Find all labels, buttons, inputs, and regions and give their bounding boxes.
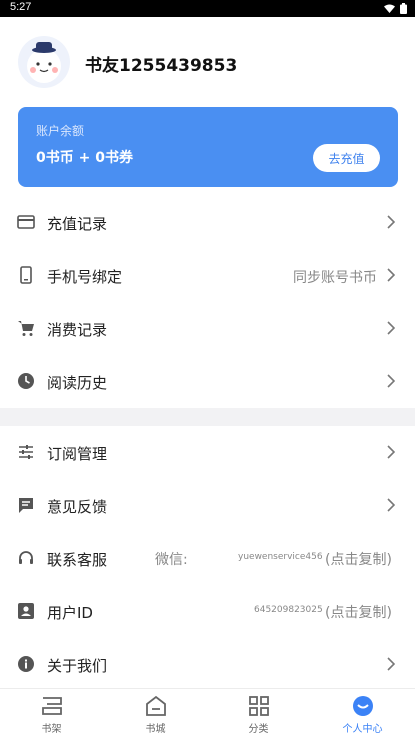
recharge-button[interactable]: 去充值 [313, 144, 380, 172]
menu-item-recharge-history[interactable]: 充值记录 [0, 196, 415, 249]
cart-icon [18, 321, 34, 336]
status-bar: 5:27 [0, 0, 415, 17]
tab-bookshelf[interactable]: 书架 [0, 689, 103, 739]
user-nickname: 书友1255439853 [85, 56, 238, 76]
chevron-right-icon [387, 374, 395, 388]
chevron-right-icon [387, 268, 395, 282]
menu-item-label: 关于我们 [47, 657, 108, 675]
balance-card: 账户余额 0书币 + 0书券 去充值 [18, 107, 398, 187]
wifi-icon [384, 4, 395, 13]
profile-icon [353, 696, 373, 716]
avatar-mascot-icon [27, 42, 61, 83]
balance-value: 0书币 + 0书券 [36, 150, 133, 166]
tab-label: 书城 [145, 724, 166, 735]
menu-item-phone-binding[interactable]: 手机号绑定 同步账号书币 [0, 249, 415, 302]
profile-header[interactable]: 书友1255439853 [0, 17, 415, 105]
tab-profile[interactable]: 个人中心 [311, 689, 414, 739]
menu-item-reading-history[interactable]: 阅读历史 [0, 355, 415, 408]
menu-item-customer-service[interactable]: 联系客服 微信: yuewenservice456 (点击复制) [0, 532, 415, 585]
chevron-right-icon [387, 445, 395, 459]
menu-item-purchase-history[interactable]: 消费记录 [0, 302, 415, 355]
menu-item-label: 消费记录 [47, 321, 108, 339]
headset-icon [19, 551, 33, 564]
balance-label: 账户余额 [36, 124, 85, 138]
user-id-copy-hint[interactable]: (点击复制) [325, 602, 392, 622]
battery-icon [400, 3, 407, 14]
chevron-right-icon [387, 498, 395, 512]
phone-icon [20, 266, 32, 284]
menu-item-label: 用户ID [47, 604, 93, 622]
tab-label: 分类 [248, 724, 269, 735]
menu-item-about[interactable]: 关于我们 [0, 638, 415, 691]
credit-card-icon [17, 215, 35, 229]
tab-bookstore[interactable]: 书城 [104, 689, 207, 739]
tab-label: 个人中心 [342, 724, 383, 735]
chevron-right-icon [387, 215, 395, 229]
menu-item-label: 阅读历史 [47, 374, 108, 392]
menu-item-label: 订阅管理 [47, 445, 108, 463]
avatar[interactable] [18, 36, 70, 88]
status-time: 5:27 [10, 1, 32, 13]
wechat-copy-hint[interactable]: (点击复制) [325, 549, 392, 569]
clock-icon [18, 373, 34, 389]
tab-category[interactable]: 分类 [207, 689, 310, 739]
info-icon [18, 656, 34, 672]
wechat-id[interactable]: yuewenservice456 [238, 552, 323, 562]
menu-item-label: 手机号绑定 [47, 268, 123, 286]
user-id-value[interactable]: 645209823025 [254, 605, 323, 615]
section-divider [0, 408, 415, 426]
wechat-label: 微信: [155, 552, 188, 568]
menu-item-user-id[interactable]: 用户ID 645209823025 (点击复制) [0, 585, 415, 638]
category-icon [249, 696, 269, 716]
user-badge-icon [18, 603, 34, 619]
menu-item-subscription[interactable]: 订阅管理 [0, 426, 415, 479]
menu-item-label: 联系客服 [47, 551, 108, 569]
phone-binding-hint: 同步账号书币 [293, 270, 377, 286]
menu-item-label: 充值记录 [47, 215, 108, 233]
bookstore-icon [146, 695, 166, 716]
bookshelf-icon [42, 697, 62, 715]
chevron-right-icon [387, 657, 395, 671]
tune-icon [19, 445, 33, 459]
bottom-nav: 书架 书城 分类 个人中心 [0, 688, 415, 739]
menu-item-label: 意见反馈 [47, 498, 108, 516]
status-icons [384, 3, 407, 14]
feedback-icon [19, 498, 33, 513]
chevron-right-icon [387, 321, 395, 335]
tab-label: 书架 [41, 724, 62, 735]
menu-item-feedback[interactable]: 意见反馈 [0, 479, 415, 532]
